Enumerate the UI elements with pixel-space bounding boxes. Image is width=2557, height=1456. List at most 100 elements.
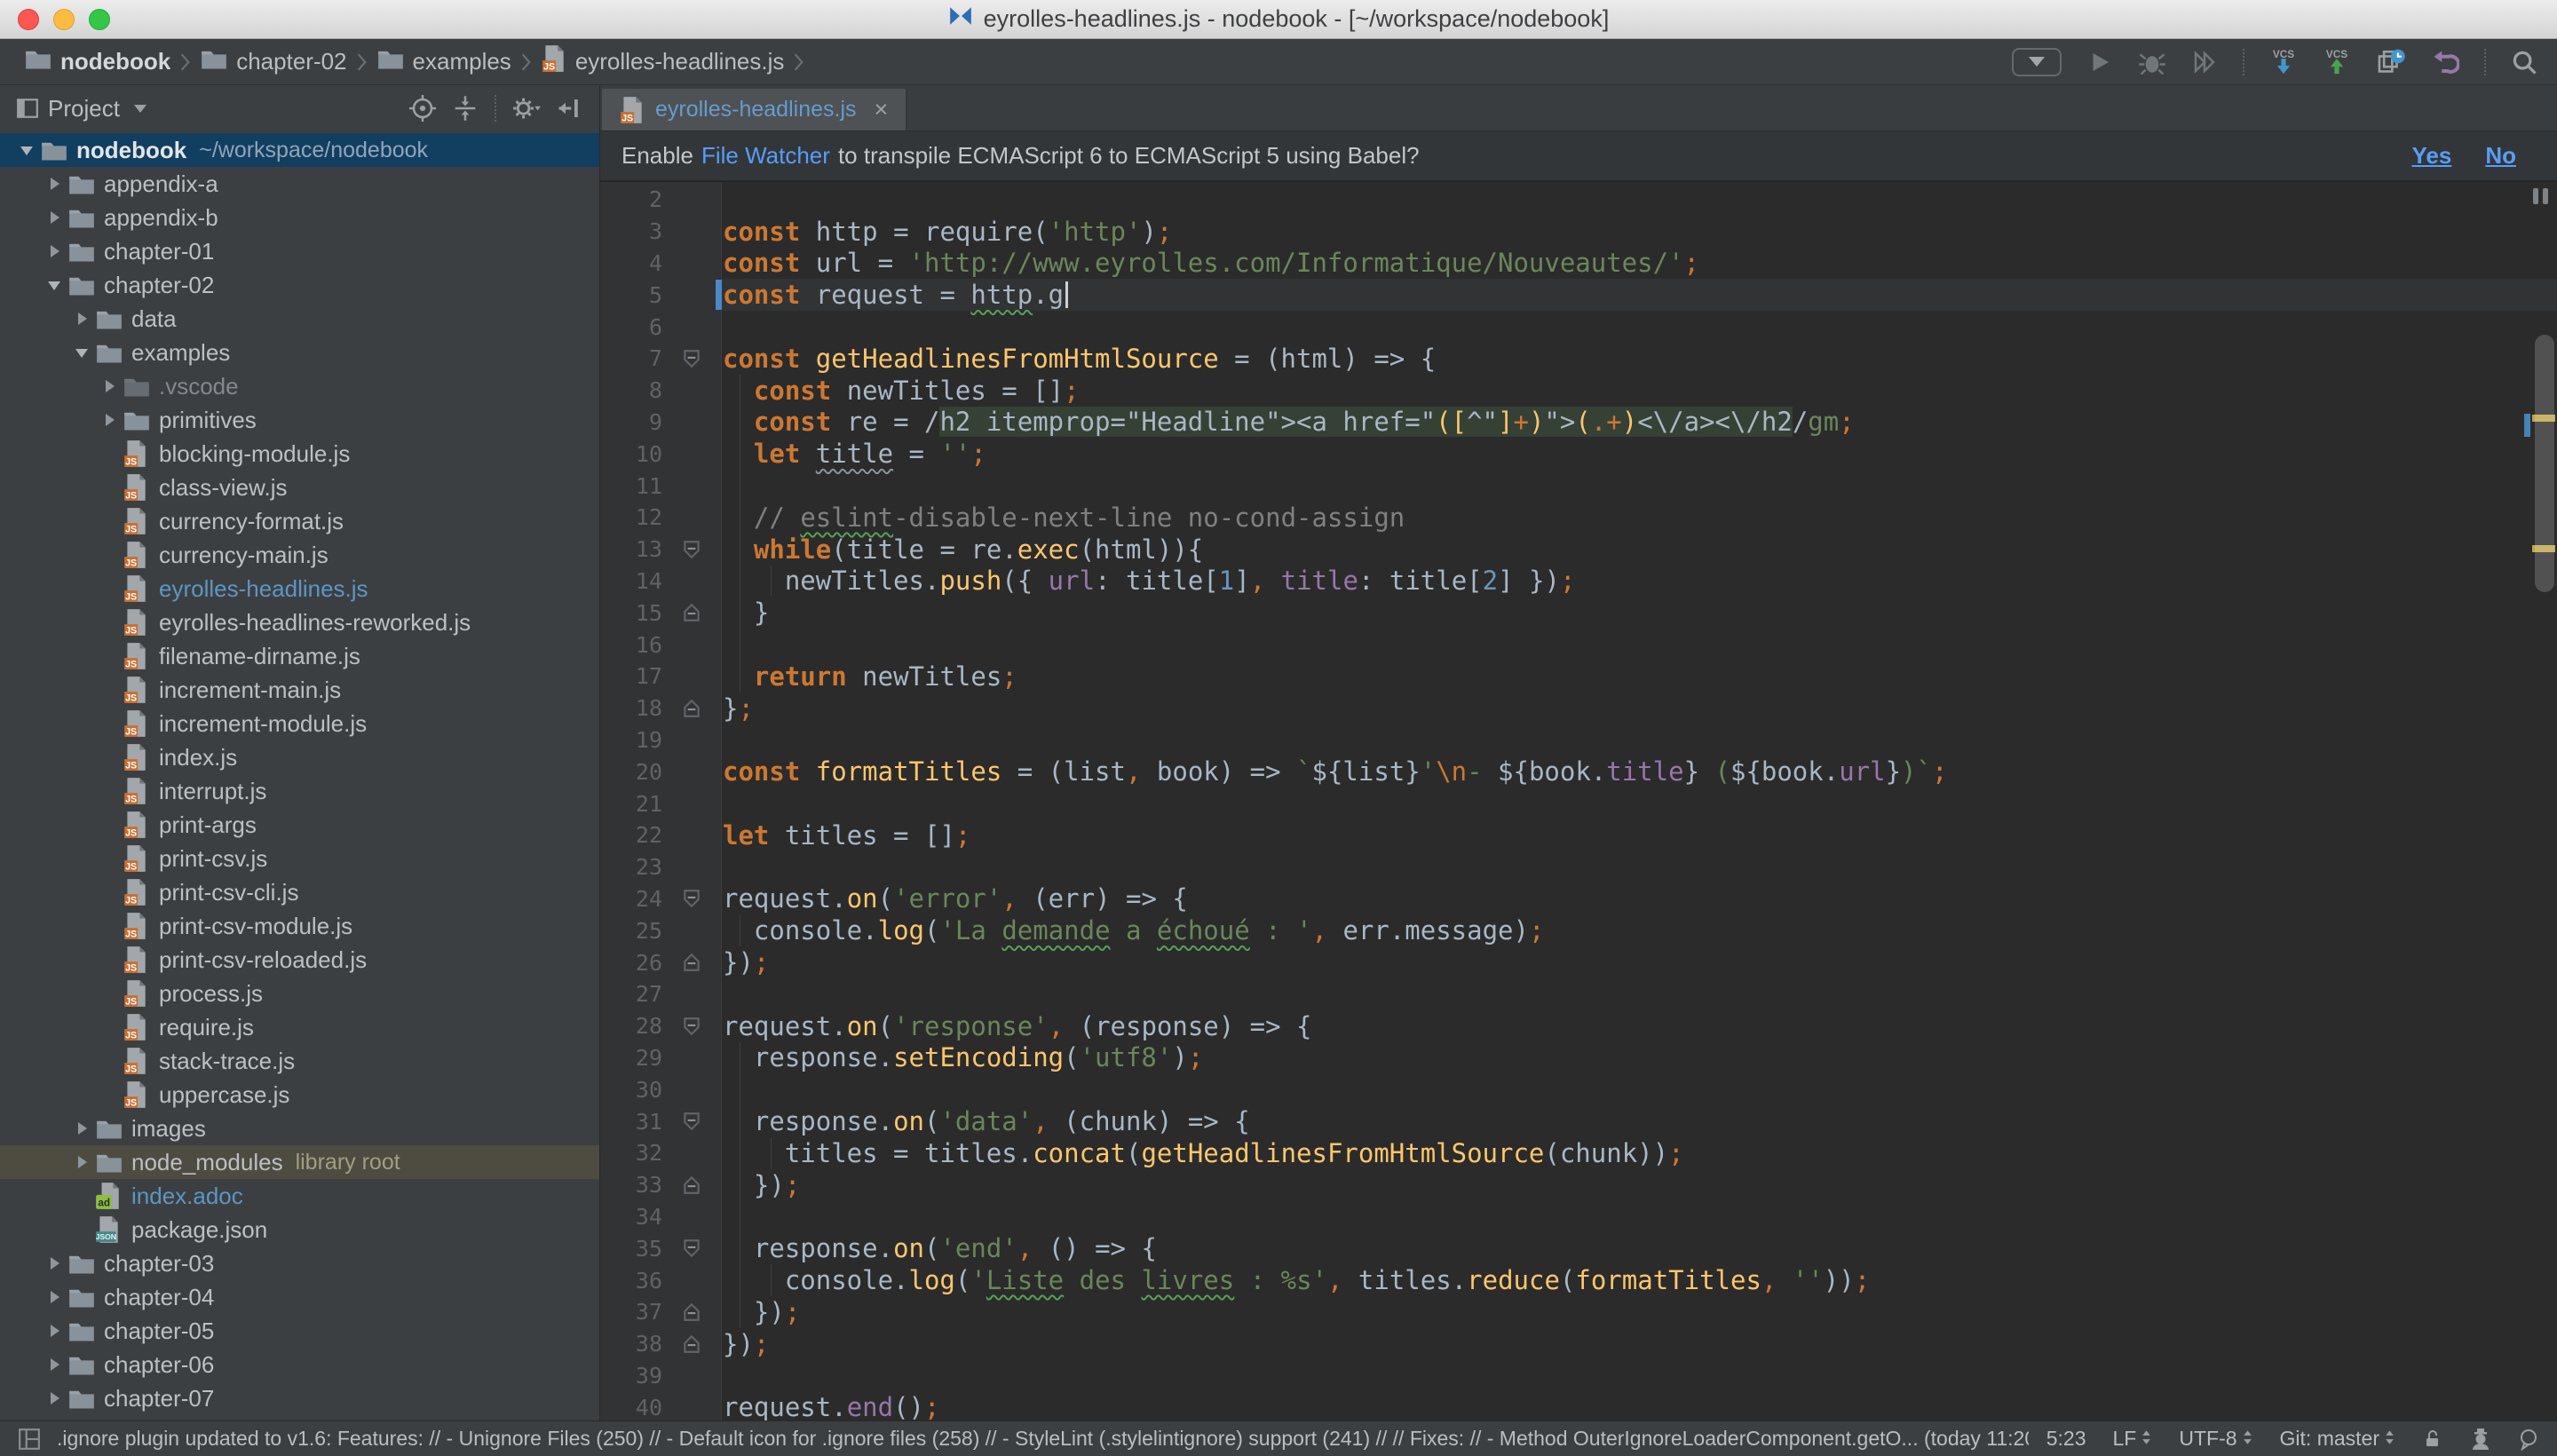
tree-item-chapter-07[interactable]: chapter-07 xyxy=(0,1381,599,1415)
fold-marker-icon[interactable] xyxy=(662,952,721,973)
tree-item-interrupt-js[interactable]: JSinterrupt.js xyxy=(0,774,599,808)
tree-collapsed-arrow-icon[interactable] xyxy=(67,1153,96,1171)
code-text[interactable]: return newTitles; xyxy=(721,661,2557,692)
hide-button[interactable] xyxy=(557,95,583,122)
tree-item-appendix-b[interactable]: appendix-b xyxy=(0,201,599,234)
tree-item-chapter-04[interactable]: chapter-04 xyxy=(0,1280,599,1314)
code-text[interactable]: const newTitles = []; xyxy=(721,375,2557,407)
code-text[interactable] xyxy=(721,724,2557,756)
code-text[interactable] xyxy=(721,978,2557,1010)
tree-item-currency-main-js[interactable]: JScurrency-main.js xyxy=(0,538,599,572)
tree-item-process-js[interactable]: JSprocess.js xyxy=(0,977,599,1010)
caret-position[interactable]: 5:23 xyxy=(2046,1427,2086,1451)
tree-item-images[interactable]: images xyxy=(0,1112,599,1145)
tree-collapsed-arrow-icon[interactable] xyxy=(40,1389,68,1407)
tree-item-currency-format-js[interactable]: JScurrency-format.js xyxy=(0,504,599,538)
fold-marker-icon[interactable] xyxy=(662,1333,721,1355)
tree-collapsed-arrow-icon[interactable] xyxy=(40,1288,68,1306)
hector-inspections-icon[interactable] xyxy=(2470,1428,2491,1451)
zoom-window-button[interactable] xyxy=(89,9,110,30)
run-button[interactable] xyxy=(2086,49,2113,75)
tree-collapsed-arrow-icon[interactable] xyxy=(40,209,68,226)
code-text[interactable] xyxy=(721,184,2557,216)
code-text[interactable]: }); xyxy=(721,946,2557,978)
breadcrumb-nodebook[interactable]: nodebook xyxy=(20,45,176,78)
code-text[interactable] xyxy=(721,1073,2557,1105)
code-text[interactable]: request.on('error', (err) => { xyxy=(721,883,2557,915)
tree-item-filename-dirname-js[interactable]: JSfilename-dirname.js xyxy=(0,639,599,673)
lock-icon[interactable] xyxy=(2422,1428,2443,1450)
code-text[interactable]: const request = http.g xyxy=(721,279,2557,311)
tree-item-data[interactable]: data xyxy=(0,302,599,336)
code-text[interactable]: let titles = []; xyxy=(721,819,2557,851)
fold-marker-icon[interactable] xyxy=(662,1016,721,1037)
editor-scrollbar[interactable] xyxy=(2535,335,2554,592)
tree-item-package-json[interactable]: JSONpackage.json xyxy=(0,1213,599,1246)
tree-item-uppercase-js[interactable]: JSuppercase.js xyxy=(0,1078,599,1112)
tree-item-print-args[interactable]: JSprint-args xyxy=(0,808,599,842)
tree-collapsed-arrow-icon[interactable] xyxy=(40,175,68,193)
code-text[interactable]: }); xyxy=(721,1169,2557,1201)
code-text[interactable]: const formatTitles = (list, book) => `${… xyxy=(721,756,2557,787)
tree-item-blocking-module-js[interactable]: JSblocking-module.js xyxy=(0,437,599,471)
tree-item-chapter-06[interactable]: chapter-06 xyxy=(0,1348,599,1381)
fold-marker-icon[interactable] xyxy=(662,348,721,369)
vcs-push-button[interactable]: VCS xyxy=(2323,47,2351,77)
run-config-selector[interactable] xyxy=(2012,48,2062,76)
fold-marker-icon[interactable] xyxy=(662,1175,721,1196)
vcs-update-button[interactable]: VCS xyxy=(2269,47,2298,77)
code-text[interactable]: while(title = re.exec(html)){ xyxy=(721,534,2557,566)
close-tab-icon[interactable]: × xyxy=(875,98,889,122)
tree-collapsed-arrow-icon[interactable] xyxy=(67,1120,96,1137)
fold-marker-icon[interactable] xyxy=(662,888,721,909)
tree-item-print-csv-cli-js[interactable]: JSprint-csv-cli.js xyxy=(0,875,599,909)
code-editor[interactable]: 23const http = require('http');4const ur… xyxy=(600,182,2557,1420)
code-text[interactable] xyxy=(721,787,2557,819)
code-text[interactable] xyxy=(721,1360,2557,1392)
code-text[interactable]: }; xyxy=(721,692,2557,724)
file-watcher-link[interactable]: File Watcher xyxy=(701,142,830,170)
tree-item-print-csv-reloaded-js[interactable]: JSprint-csv-reloaded.js xyxy=(0,943,599,977)
tree-item-node-modules[interactable]: node_moduleslibrary root xyxy=(0,1145,599,1179)
code-text[interactable]: request.on('response', (response) => { xyxy=(721,1010,2557,1042)
code-text[interactable]: let title = ''; xyxy=(721,438,2557,470)
code-text[interactable] xyxy=(721,851,2557,883)
tree-collapsed-arrow-icon[interactable] xyxy=(40,1356,68,1373)
tree-item-appendix-a[interactable]: appendix-a xyxy=(0,167,599,201)
tree-item-require-js[interactable]: JSrequire.js xyxy=(0,1010,599,1044)
code-text[interactable]: response.on('data', (chunk) => { xyxy=(721,1105,2557,1137)
tree-item-primitives[interactable]: primitives xyxy=(0,403,599,437)
collapse-button[interactable] xyxy=(452,95,479,122)
tree-expanded-arrow-icon[interactable] xyxy=(67,344,96,361)
coverage-button[interactable] xyxy=(2191,49,2218,75)
code-text[interactable]: request.end(); xyxy=(721,1391,2557,1420)
git-branch[interactable]: Git: master xyxy=(2280,1427,2395,1451)
fold-marker-icon[interactable] xyxy=(662,1111,721,1132)
tree-item-print-csv-js[interactable]: JSprint-csv.js xyxy=(0,842,599,875)
tree-item-chapter-01[interactable]: chapter-01 xyxy=(0,234,599,268)
tree-item-class-view-js[interactable]: JSclass-view.js xyxy=(0,471,599,504)
code-text[interactable]: console.log('La demande a échoué : ', er… xyxy=(721,914,2557,946)
minimize-window-button[interactable] xyxy=(53,9,75,30)
breadcrumb-chapter-02[interactable]: chapter-02 xyxy=(195,45,352,78)
code-text[interactable]: const getHeadlinesFromHtmlSource = (html… xyxy=(721,343,2557,375)
code-text[interactable] xyxy=(721,629,2557,661)
fold-marker-icon[interactable] xyxy=(662,1302,721,1323)
debug-button[interactable] xyxy=(2138,49,2166,75)
tree-collapsed-arrow-icon[interactable] xyxy=(40,1322,68,1340)
tree-item-vscode[interactable]: .vscode xyxy=(0,369,599,403)
tree-collapsed-arrow-icon[interactable] xyxy=(40,242,68,260)
code-text[interactable] xyxy=(721,1201,2557,1233)
breadcrumb-eyrolles-headlines-js[interactable]: JSeyrolles-headlines.js xyxy=(536,43,790,81)
toolwindow-switcher-icon[interactable] xyxy=(18,1428,41,1451)
tree-item-examples[interactable]: examples xyxy=(0,336,599,369)
file-encoding[interactable]: UTF-8 xyxy=(2179,1427,2252,1451)
code-text[interactable]: const re = /h2 itemprop="Headline"><a hr… xyxy=(721,407,2557,439)
settings-button[interactable] xyxy=(512,95,541,122)
project-panel-title[interactable]: Project xyxy=(48,95,120,123)
tree-item-increment-module-js[interactable]: JSincrement-module.js xyxy=(0,707,599,740)
tree-item-print-csv-module-js[interactable]: JSprint-csv-module.js xyxy=(0,909,599,943)
locate-button[interactable] xyxy=(409,95,436,122)
code-text[interactable]: const http = require('http'); xyxy=(721,216,2557,248)
tree-collapsed-arrow-icon[interactable] xyxy=(40,1254,68,1272)
